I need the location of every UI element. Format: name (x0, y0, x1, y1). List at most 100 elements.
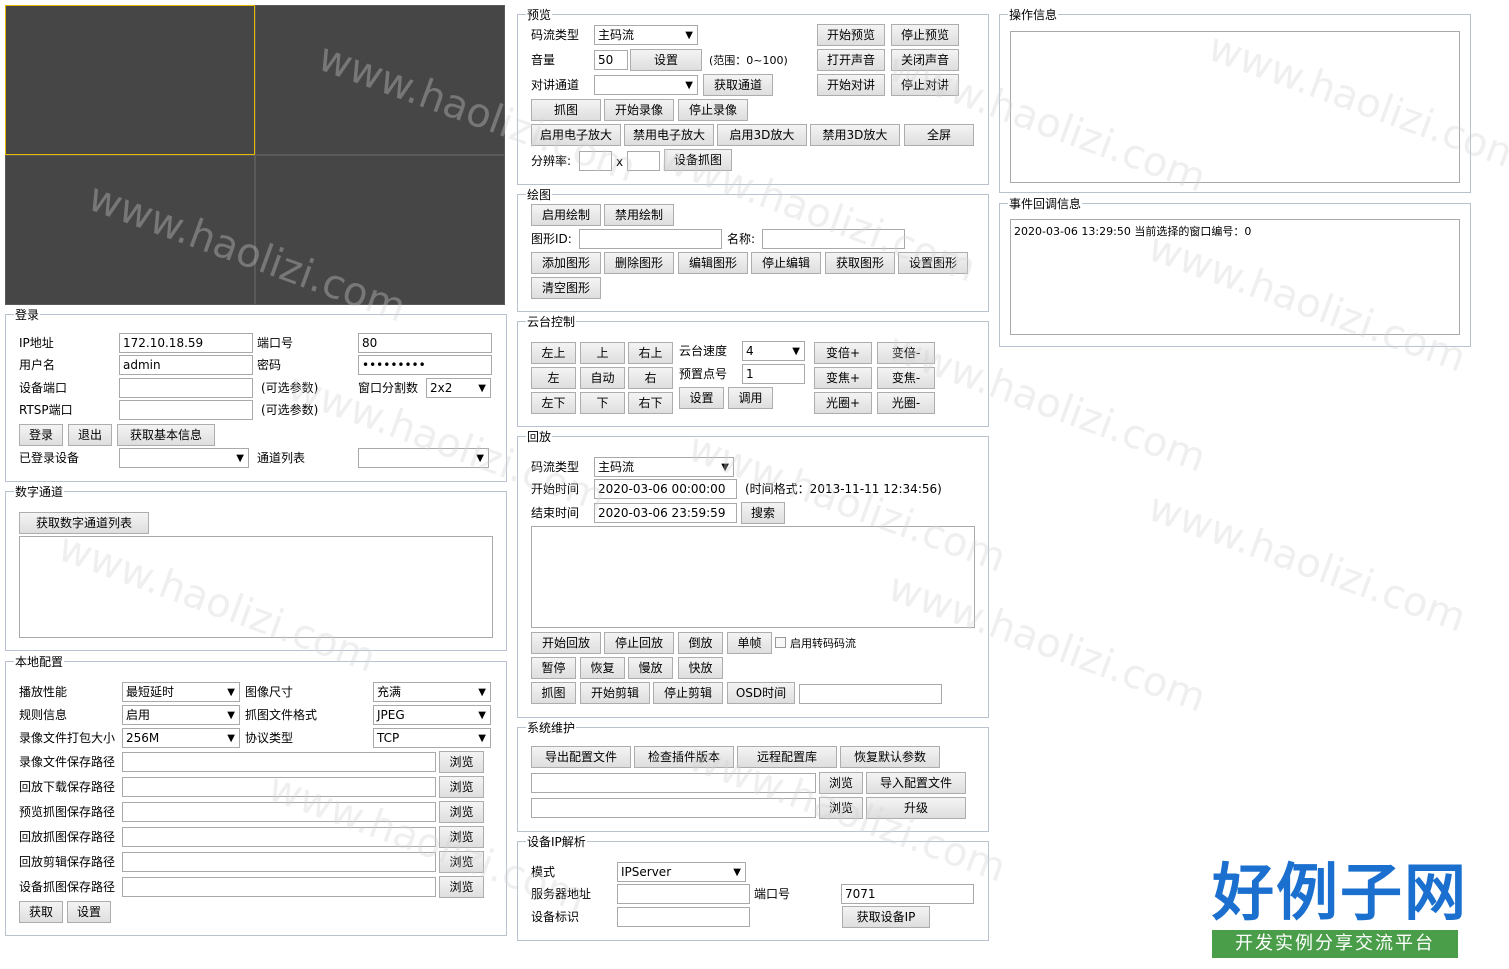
path-input[interactable] (122, 752, 436, 772)
rtsp-port-input[interactable] (119, 400, 253, 420)
resolution-height-input[interactable] (627, 151, 660, 171)
export-config-button[interactable]: 导出配置文件 (531, 746, 631, 768)
pause-button[interactable]: 暂停 (531, 657, 576, 679)
ip-input[interactable]: 172.10.18.59 (119, 333, 253, 353)
transcode-checkbox[interactable] (775, 637, 786, 648)
playback-file-list[interactable] (531, 526, 975, 628)
device-capture-button[interactable]: 设备抓图 (664, 149, 732, 171)
start-time-input[interactable]: 2020-03-06 00:00:00 (594, 479, 737, 499)
preset-call-button[interactable]: 调用 (728, 387, 773, 409)
rule-info-select[interactable]: 启用 ▼ (122, 705, 240, 725)
zoom-in-button[interactable]: 变倍+ (814, 342, 872, 364)
iris-in-button[interactable]: 光圈+ (814, 392, 872, 414)
capture-button[interactable]: 抓图 (531, 99, 601, 121)
ptz-down-right-button[interactable]: 右下 (628, 392, 673, 414)
get-shape-button[interactable]: 获取图形 (825, 252, 895, 274)
server-address-input[interactable] (617, 884, 750, 904)
get-channel-button[interactable]: 获取通道 (703, 74, 773, 96)
ptz-right-button[interactable]: 右 (628, 367, 673, 389)
end-time-input[interactable]: 2020-03-06 23:59:59 (594, 503, 737, 523)
start-talk-button[interactable]: 开始对讲 (817, 74, 885, 96)
logged-devices-select[interactable]: ▼ (119, 448, 249, 468)
clear-shape-button[interactable]: 清空图形 (531, 277, 601, 299)
remote-config-button[interactable]: 远程配置库 (737, 746, 837, 768)
open-sound-button[interactable]: 打开声音 (817, 49, 885, 71)
fast-button[interactable]: 快放 (678, 657, 723, 679)
video-pane-1[interactable] (5, 5, 255, 155)
path-input[interactable] (122, 827, 436, 847)
shape-id-input[interactable] (579, 229, 722, 249)
path-input[interactable] (122, 852, 436, 872)
login-button[interactable]: 登录 (19, 424, 63, 446)
close-sound-button[interactable]: 关闭声音 (891, 49, 959, 71)
password-input[interactable]: ••••••••• (358, 355, 492, 375)
pack-size-select[interactable]: 256M ▼ (122, 728, 240, 748)
preset-set-button[interactable]: 设置 (679, 387, 724, 409)
search-button[interactable]: 搜索 (741, 502, 785, 524)
browse-button[interactable]: 浏览 (439, 776, 484, 798)
get-device-ip-button[interactable]: 获取设备IP (842, 906, 930, 928)
ptz-down-button[interactable]: 下 (580, 392, 625, 414)
pb-stream-type-select[interactable]: 主码流 ▼ (594, 457, 734, 477)
logout-button[interactable]: 退出 (68, 424, 112, 446)
start-preview-button[interactable]: 开始预览 (817, 24, 885, 46)
video-pane-3[interactable] (5, 155, 255, 305)
ptz-down-left-button[interactable]: 左下 (531, 392, 576, 414)
stream-type-select[interactable]: 主码流 ▼ (594, 25, 698, 45)
browse-button[interactable]: 浏览 (439, 876, 484, 898)
username-input[interactable]: admin (119, 355, 253, 375)
start-clip-button[interactable]: 开始剪辑 (580, 682, 650, 704)
stop-talk-button[interactable]: 停止对讲 (891, 74, 959, 96)
get-digital-channels-button[interactable]: 获取数字通道列表 (19, 512, 149, 534)
image-size-select[interactable]: 充满 ▼ (373, 682, 491, 702)
enable-draw-button[interactable]: 启用绘制 (531, 204, 601, 226)
talk-channel-select[interactable]: ▼ (594, 75, 698, 95)
window-split-select[interactable]: 2x2 ▼ (426, 378, 491, 398)
resolution-width-input[interactable] (579, 151, 612, 171)
add-shape-button[interactable]: 添加图形 (531, 252, 601, 274)
protocol-select[interactable]: TCP ▼ (373, 728, 491, 748)
event-callback-log[interactable]: 2020-03-06 13:29:50 当前选择的窗口编号：0 (1010, 219, 1460, 335)
ptz-speed-select[interactable]: 4 ▼ (742, 341, 805, 361)
device-id-input[interactable] (617, 907, 750, 927)
import-config-button[interactable]: 导入配置文件 (866, 772, 966, 794)
start-record-button[interactable]: 开始录像 (604, 99, 674, 121)
ptz-left-button[interactable]: 左 (531, 367, 576, 389)
preset-input[interactable]: 1 (742, 364, 805, 384)
reverse-play-button[interactable]: 倒放 (678, 632, 723, 654)
set-shape-button[interactable]: 设置图形 (898, 252, 968, 274)
browse-button[interactable]: 浏览 (439, 751, 484, 773)
capture-format-select[interactable]: JPEG ▼ (373, 705, 491, 725)
fullscreen-button[interactable]: 全屏 (904, 124, 974, 146)
port-input[interactable]: 80 (358, 333, 492, 353)
local-set-button[interactable]: 设置 (67, 901, 111, 923)
volume-set-button[interactable]: 设置 (630, 49, 702, 71)
iris-out-button[interactable]: 光圈- (877, 392, 935, 414)
single-frame-button[interactable]: 单帧 (727, 632, 772, 654)
disable-3d-zoom-button[interactable]: 禁用3D放大 (810, 124, 900, 146)
stop-preview-button[interactable]: 停止预览 (891, 24, 959, 46)
enable-ezoom-button[interactable]: 启用电子放大 (531, 124, 621, 146)
browse-button[interactable]: 浏览 (439, 801, 484, 823)
zoom-out-button[interactable]: 变倍- (877, 342, 935, 364)
play-perf-select[interactable]: 最短延时 ▼ (122, 682, 240, 702)
video-pane-4[interactable] (255, 155, 505, 305)
disable-draw-button[interactable]: 禁用绘制 (604, 204, 674, 226)
ptz-up-left-button[interactable]: 左上 (531, 342, 576, 364)
device-port-input[interactable] (119, 378, 253, 398)
edit-shape-button[interactable]: 编辑图形 (678, 252, 748, 274)
focus-out-button[interactable]: 变焦- (877, 367, 935, 389)
local-get-button[interactable]: 获取 (19, 901, 63, 923)
stop-clip-button[interactable]: 停止剪辑 (653, 682, 723, 704)
volume-input[interactable]: 50 (594, 50, 628, 70)
ptz-up-right-button[interactable]: 右上 (628, 342, 673, 364)
path-input[interactable] (122, 877, 436, 897)
osd-time-input[interactable] (799, 684, 942, 704)
stop-playback-button[interactable]: 停止回放 (604, 632, 674, 654)
shape-name-input[interactable] (762, 229, 905, 249)
browse-button[interactable]: 浏览 (439, 826, 484, 848)
channel-list-select[interactable]: ▼ (358, 448, 489, 468)
stop-record-button[interactable]: 停止录像 (678, 99, 748, 121)
enable-3d-zoom-button[interactable]: 启用3D放大 (717, 124, 807, 146)
ptz-up-button[interactable]: 上 (580, 342, 625, 364)
